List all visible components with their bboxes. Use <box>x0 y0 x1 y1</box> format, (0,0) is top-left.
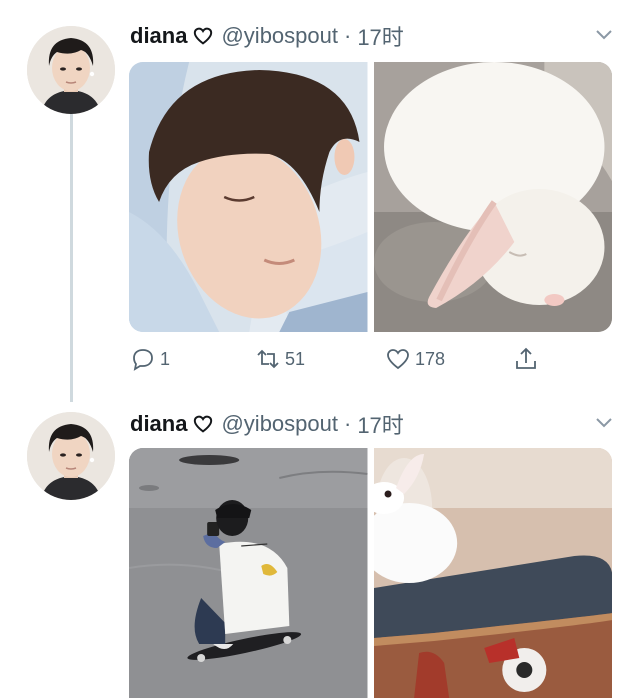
display-name[interactable]: diana <box>130 411 187 437</box>
user-handle[interactable]: @yibospout <box>221 23 338 49</box>
media-grid <box>129 448 612 698</box>
display-name[interactable]: diana <box>130 23 187 49</box>
heart-emoji-icon <box>194 415 213 433</box>
timestamp[interactable]: 17时 <box>357 408 403 440</box>
tweet-header: diana @yibospout · 17时 <box>130 20 620 52</box>
reply-button[interactable]: 1 <box>130 346 170 372</box>
avatar[interactable] <box>27 26 115 114</box>
tweet-header: diana @yibospout · 17时 <box>130 408 620 440</box>
avatar[interactable] <box>27 412 115 500</box>
chevron-down-icon[interactable] <box>594 416 614 430</box>
tweet[interactable]: diana @yibospout · 17时 <box>0 400 640 698</box>
timestamp[interactable]: 17时 <box>357 20 403 52</box>
retweet-count: 51 <box>285 348 306 369</box>
separator-dot: · <box>343 23 352 48</box>
retweet-button[interactable]: 51 <box>255 346 305 372</box>
tweet-actions: 1 51 178 <box>130 346 550 376</box>
media-image-rabbit-skateboard[interactable] <box>373 448 612 698</box>
share-button[interactable] <box>513 346 539 372</box>
retweet-icon <box>257 349 279 369</box>
separator-dot: · <box>343 411 352 436</box>
like-count: 178 <box>415 348 446 369</box>
media-image-person-skateboard[interactable] <box>129 448 368 698</box>
share-icon <box>516 347 536 369</box>
reply-icon <box>133 349 153 371</box>
heart-emoji-icon <box>194 27 213 45</box>
user-handle[interactable]: @yibospout <box>221 411 338 437</box>
media-image-sleeping-person[interactable] <box>129 62 368 332</box>
media-image-sleeping-rabbit[interactable] <box>373 62 612 332</box>
like-button[interactable]: 178 <box>385 346 445 372</box>
tweet[interactable]: diana @yibospout · 17时 <box>0 0 640 400</box>
media-grid <box>129 62 612 332</box>
chevron-down-icon[interactable] <box>594 28 614 42</box>
heart-icon <box>387 349 409 370</box>
reply-count: 1 <box>160 348 171 369</box>
